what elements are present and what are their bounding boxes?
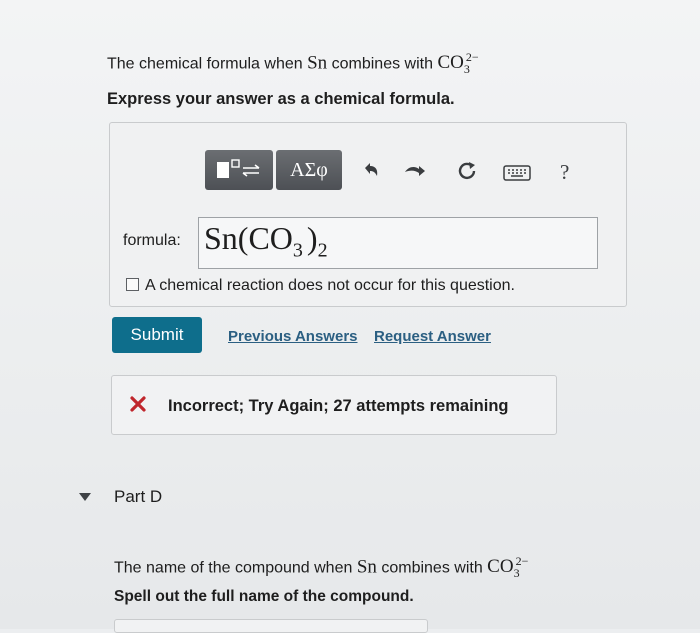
redo-icon[interactable]	[403, 160, 431, 180]
keyboard-icon[interactable]	[503, 165, 531, 181]
previous-answers-link[interactable]: Previous Answers	[228, 328, 358, 345]
collapse-chevron-icon[interactable]	[78, 492, 92, 502]
templates-button[interactable]	[205, 150, 273, 190]
formula-label: formula:	[123, 232, 181, 249]
x-icon	[130, 396, 146, 412]
question-text: The chemical formula when Sn combines wi…	[107, 50, 479, 77]
no-reaction-checkbox[interactable]	[126, 278, 139, 291]
help-button[interactable]: ?	[560, 160, 569, 185]
feedback-text: Incorrect; Try Again; 27 attempts remain…	[168, 397, 509, 415]
part-d-question: The name of the compound when Sn combine…	[114, 554, 529, 581]
reset-icon[interactable]	[456, 160, 478, 182]
part-d-title[interactable]: Part D	[114, 487, 162, 507]
symbols-button[interactable]: ΑΣφ	[276, 150, 342, 190]
instruction-text: Express your answer as a chemical formul…	[107, 90, 455, 108]
submit-button[interactable]: Submit	[112, 317, 202, 353]
request-answer-link[interactable]: Request Answer	[374, 328, 491, 345]
templates-icon	[217, 159, 260, 178]
undo-icon[interactable]	[361, 160, 381, 180]
no-reaction-label: A chemical reaction does not occur for t…	[145, 277, 515, 294]
formula-input[interactable]: Sn(CO3)2	[198, 217, 598, 269]
formula-value: Sn(CO3)2	[204, 220, 328, 262]
part-d-answer-panel	[114, 619, 428, 633]
page: The chemical formula when Sn combines wi…	[0, 0, 700, 633]
part-d-instruction: Spell out the full name of the compound.	[114, 588, 414, 605]
